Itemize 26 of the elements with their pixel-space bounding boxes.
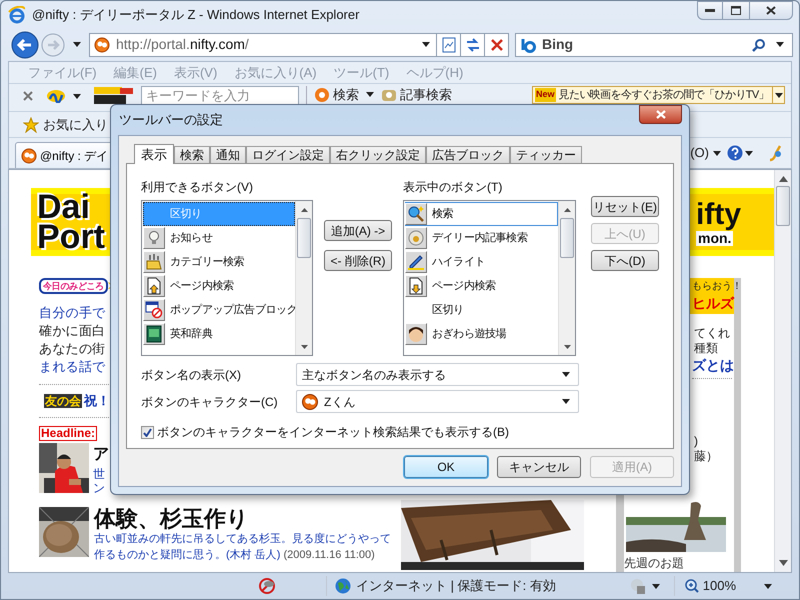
dialog-title: ツールバーの設定: [119, 111, 223, 130]
list-label: 表示中のボタン(T): [403, 179, 504, 196]
logo-text: Port: [37, 222, 105, 252]
window-title: @nifty : デイリーポータル Z - Windows Internet Explorer: [32, 6, 360, 24]
field-label: ボタン名の表示(X): [141, 366, 242, 384]
logo-text: Dai: [37, 192, 90, 222]
brand-subtitle: mon.: [696, 230, 734, 246]
banner-title: ヒルズ: [692, 294, 734, 312]
highlight-badge: 今日のみどころ: [39, 278, 108, 294]
field-label: ボタンのキャラクター(C): [141, 394, 279, 410]
list-label: 利用できるボタン(V): [141, 179, 254, 196]
status-zone: インターネット | 保護モード: 有効: [356, 577, 556, 596]
brand-text: ifty: [696, 198, 741, 230]
sidebar-text: ): [694, 434, 698, 449]
sidebar-text: 種類: [694, 341, 718, 356]
headline-badge: Headline:: [39, 426, 98, 440]
url-text: http://portal.nifty.com/: [116, 35, 249, 54]
sidebar-text: 藤）: [694, 449, 718, 464]
ticker-text: 見たい映画を今すぐお茶の間で「ひかりTV」: [558, 88, 769, 103]
new-badge: New: [535, 88, 556, 102]
intro-text: 確かに面白: [39, 322, 106, 340]
search-provider-label: Bing: [542, 35, 574, 54]
intro-text: あなたの街: [39, 340, 106, 358]
sidebar-caption: 先週のお題: [624, 556, 684, 570]
sidebar-text: てくれ: [694, 326, 730, 341]
club-badge: 友の会: [44, 394, 82, 408]
